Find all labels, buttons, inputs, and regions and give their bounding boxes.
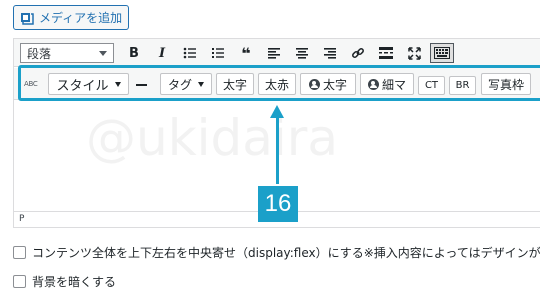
numbered-list-icon[interactable] (208, 43, 228, 63)
align-right-icon[interactable] (320, 43, 340, 63)
read-more-icon[interactable] (376, 43, 396, 63)
center-flex-checkbox[interactable] (13, 246, 26, 259)
toolbar-highlight-box (18, 65, 540, 101)
chevron-down-icon (99, 51, 107, 56)
add-media-icon (20, 11, 34, 25)
toolbar-primary: 段落 B I ❝ (14, 39, 540, 67)
watermark-text: @ukidaira (86, 109, 339, 167)
editor-screen: メディアを追加 段落 B I ❝ ABC スタイル タグ 太字 太赤 太字 細マ… (0, 0, 540, 304)
add-media-label: メディアを追加 (39, 11, 123, 25)
fullscreen-icon[interactable] (404, 43, 424, 63)
format-select-value: 段落 (27, 46, 52, 61)
dark-bg-checkbox[interactable] (13, 275, 26, 288)
italic-icon[interactable]: I (152, 43, 172, 63)
add-media-button[interactable]: メディアを追加 (13, 5, 130, 30)
annotation-arrow-line (276, 116, 279, 184)
dark-bg-label: 背景を暗くする (32, 275, 117, 289)
link-icon[interactable] (348, 43, 368, 63)
center-flex-label: コンテンツ全体を上下左右を中央寄せ（display:flex）にする※挿入内容に… (32, 246, 540, 260)
annotation-number-badge: 16 (258, 186, 298, 222)
bulleted-list-icon[interactable] (180, 43, 200, 63)
align-center-icon[interactable] (292, 43, 312, 63)
option-center-flex[interactable]: コンテンツ全体を上下左右を中央寄せ（display:flex）にする※挿入内容に… (13, 244, 540, 261)
bold-icon[interactable]: B (124, 43, 144, 63)
toolbar-toggle-icon[interactable] (430, 43, 454, 63)
option-dark-bg[interactable]: 背景を暗くする (13, 273, 116, 290)
blockquote-icon[interactable]: ❝ (236, 43, 256, 63)
align-left-icon[interactable] (264, 43, 284, 63)
format-select[interactable]: 段落 (20, 43, 114, 63)
